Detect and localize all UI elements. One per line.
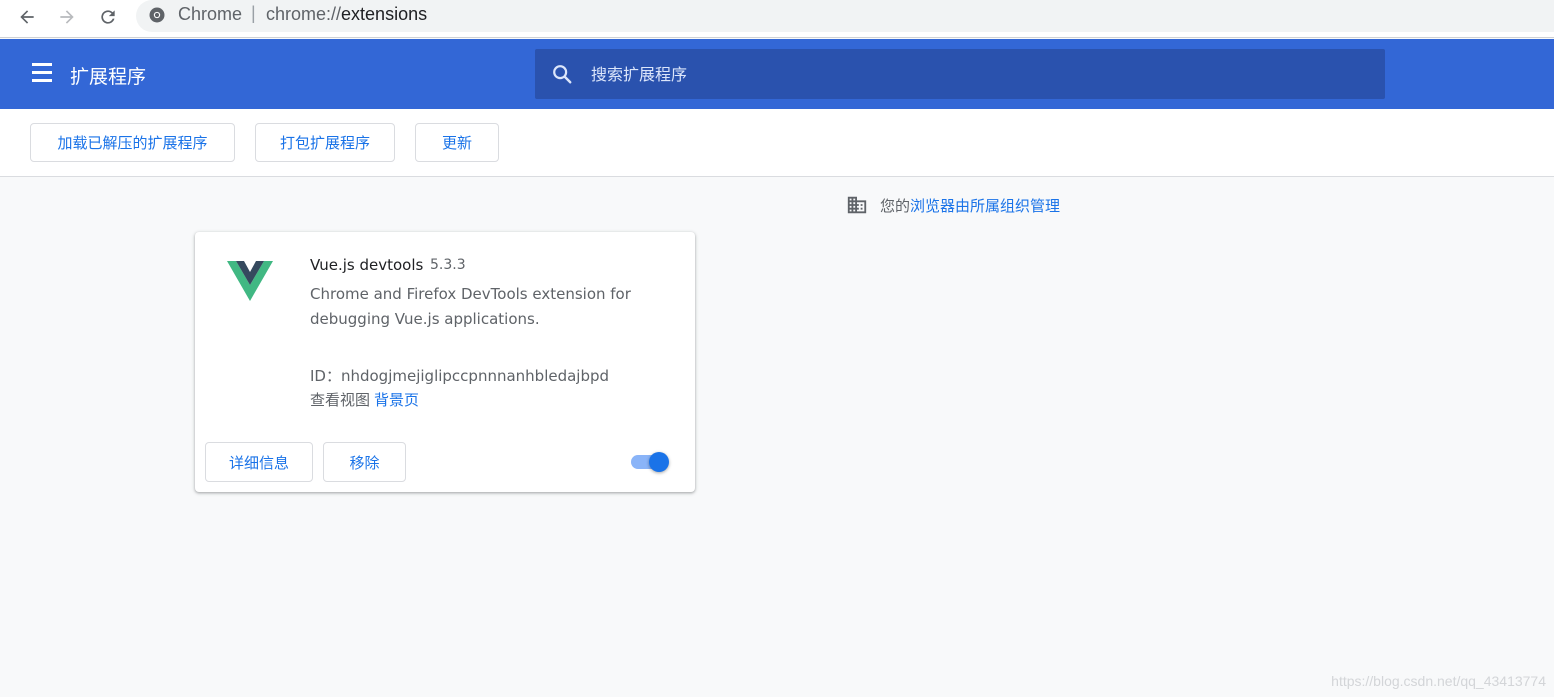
site-label: Chrome [178,4,243,24]
managed-prefix: 您的 [880,196,911,215]
developer-actions: 加载已解压的扩展程序 打包扩展程序 更新 [0,109,1554,177]
page-title: 扩展程序 [70,66,147,88]
inspect-views-label: 查看视图 [310,391,371,409]
search-input[interactable] [591,49,1371,99]
details-button[interactable]: 详细信息 [205,442,313,482]
address-bar[interactable]: Chrome | chrome://extensions [136,0,1554,32]
search-box[interactable] [535,49,1385,99]
building-icon [847,196,867,214]
background-page-link[interactable]: 背景页 [374,391,419,409]
arrow-right-icon [60,10,74,24]
extension-id: ID：nhdogjmejiglipccpnnnanhbledajbpd [310,367,610,385]
vue-logo-icon [227,261,273,301]
extension-name: Vue.js devtools [310,256,424,274]
reload-button[interactable] [93,2,123,32]
forward-button[interactable] [52,2,82,32]
extension-card: Vue.js devtools 5.3.3 Chrome and Firefox… [195,232,695,492]
pack-extension-button[interactable]: 打包扩展程序 [255,123,395,162]
url-text: chrome://extensions [266,4,427,25]
load-unpacked-button[interactable]: 加载已解压的扩展程序 [30,123,235,162]
search-icon [553,65,572,84]
url-host: extensions [341,4,428,24]
extensions-toolbar: 扩展程序 [0,39,1554,109]
toggle-knob [649,452,669,472]
enable-toggle[interactable] [631,452,671,472]
extension-description: Chrome and Firefox DevTools extension fo… [310,285,631,328]
menu-icon[interactable] [30,63,54,85]
inspect-views: 查看视图 背景页 [310,389,419,410]
managed-notice: 您的 浏览器由所属组织管理 [846,194,1060,216]
managed-link[interactable]: 浏览器由所属组织管理 [910,195,1060,216]
update-button[interactable]: 更新 [415,123,499,162]
arrow-left-icon [20,10,34,24]
watermark: https://blog.csdn.net/qq_43413774 [1331,673,1546,689]
back-button[interactable] [12,2,42,32]
browser-toolbar: Chrome | chrome://extensions [0,0,1554,38]
extension-version: 5.3.3 [430,257,466,273]
reload-icon [101,10,115,24]
address-separator: | [251,3,256,23]
url-prefix: chrome:// [266,4,342,24]
remove-button[interactable]: 移除 [323,442,406,482]
chrome-icon [149,7,165,23]
